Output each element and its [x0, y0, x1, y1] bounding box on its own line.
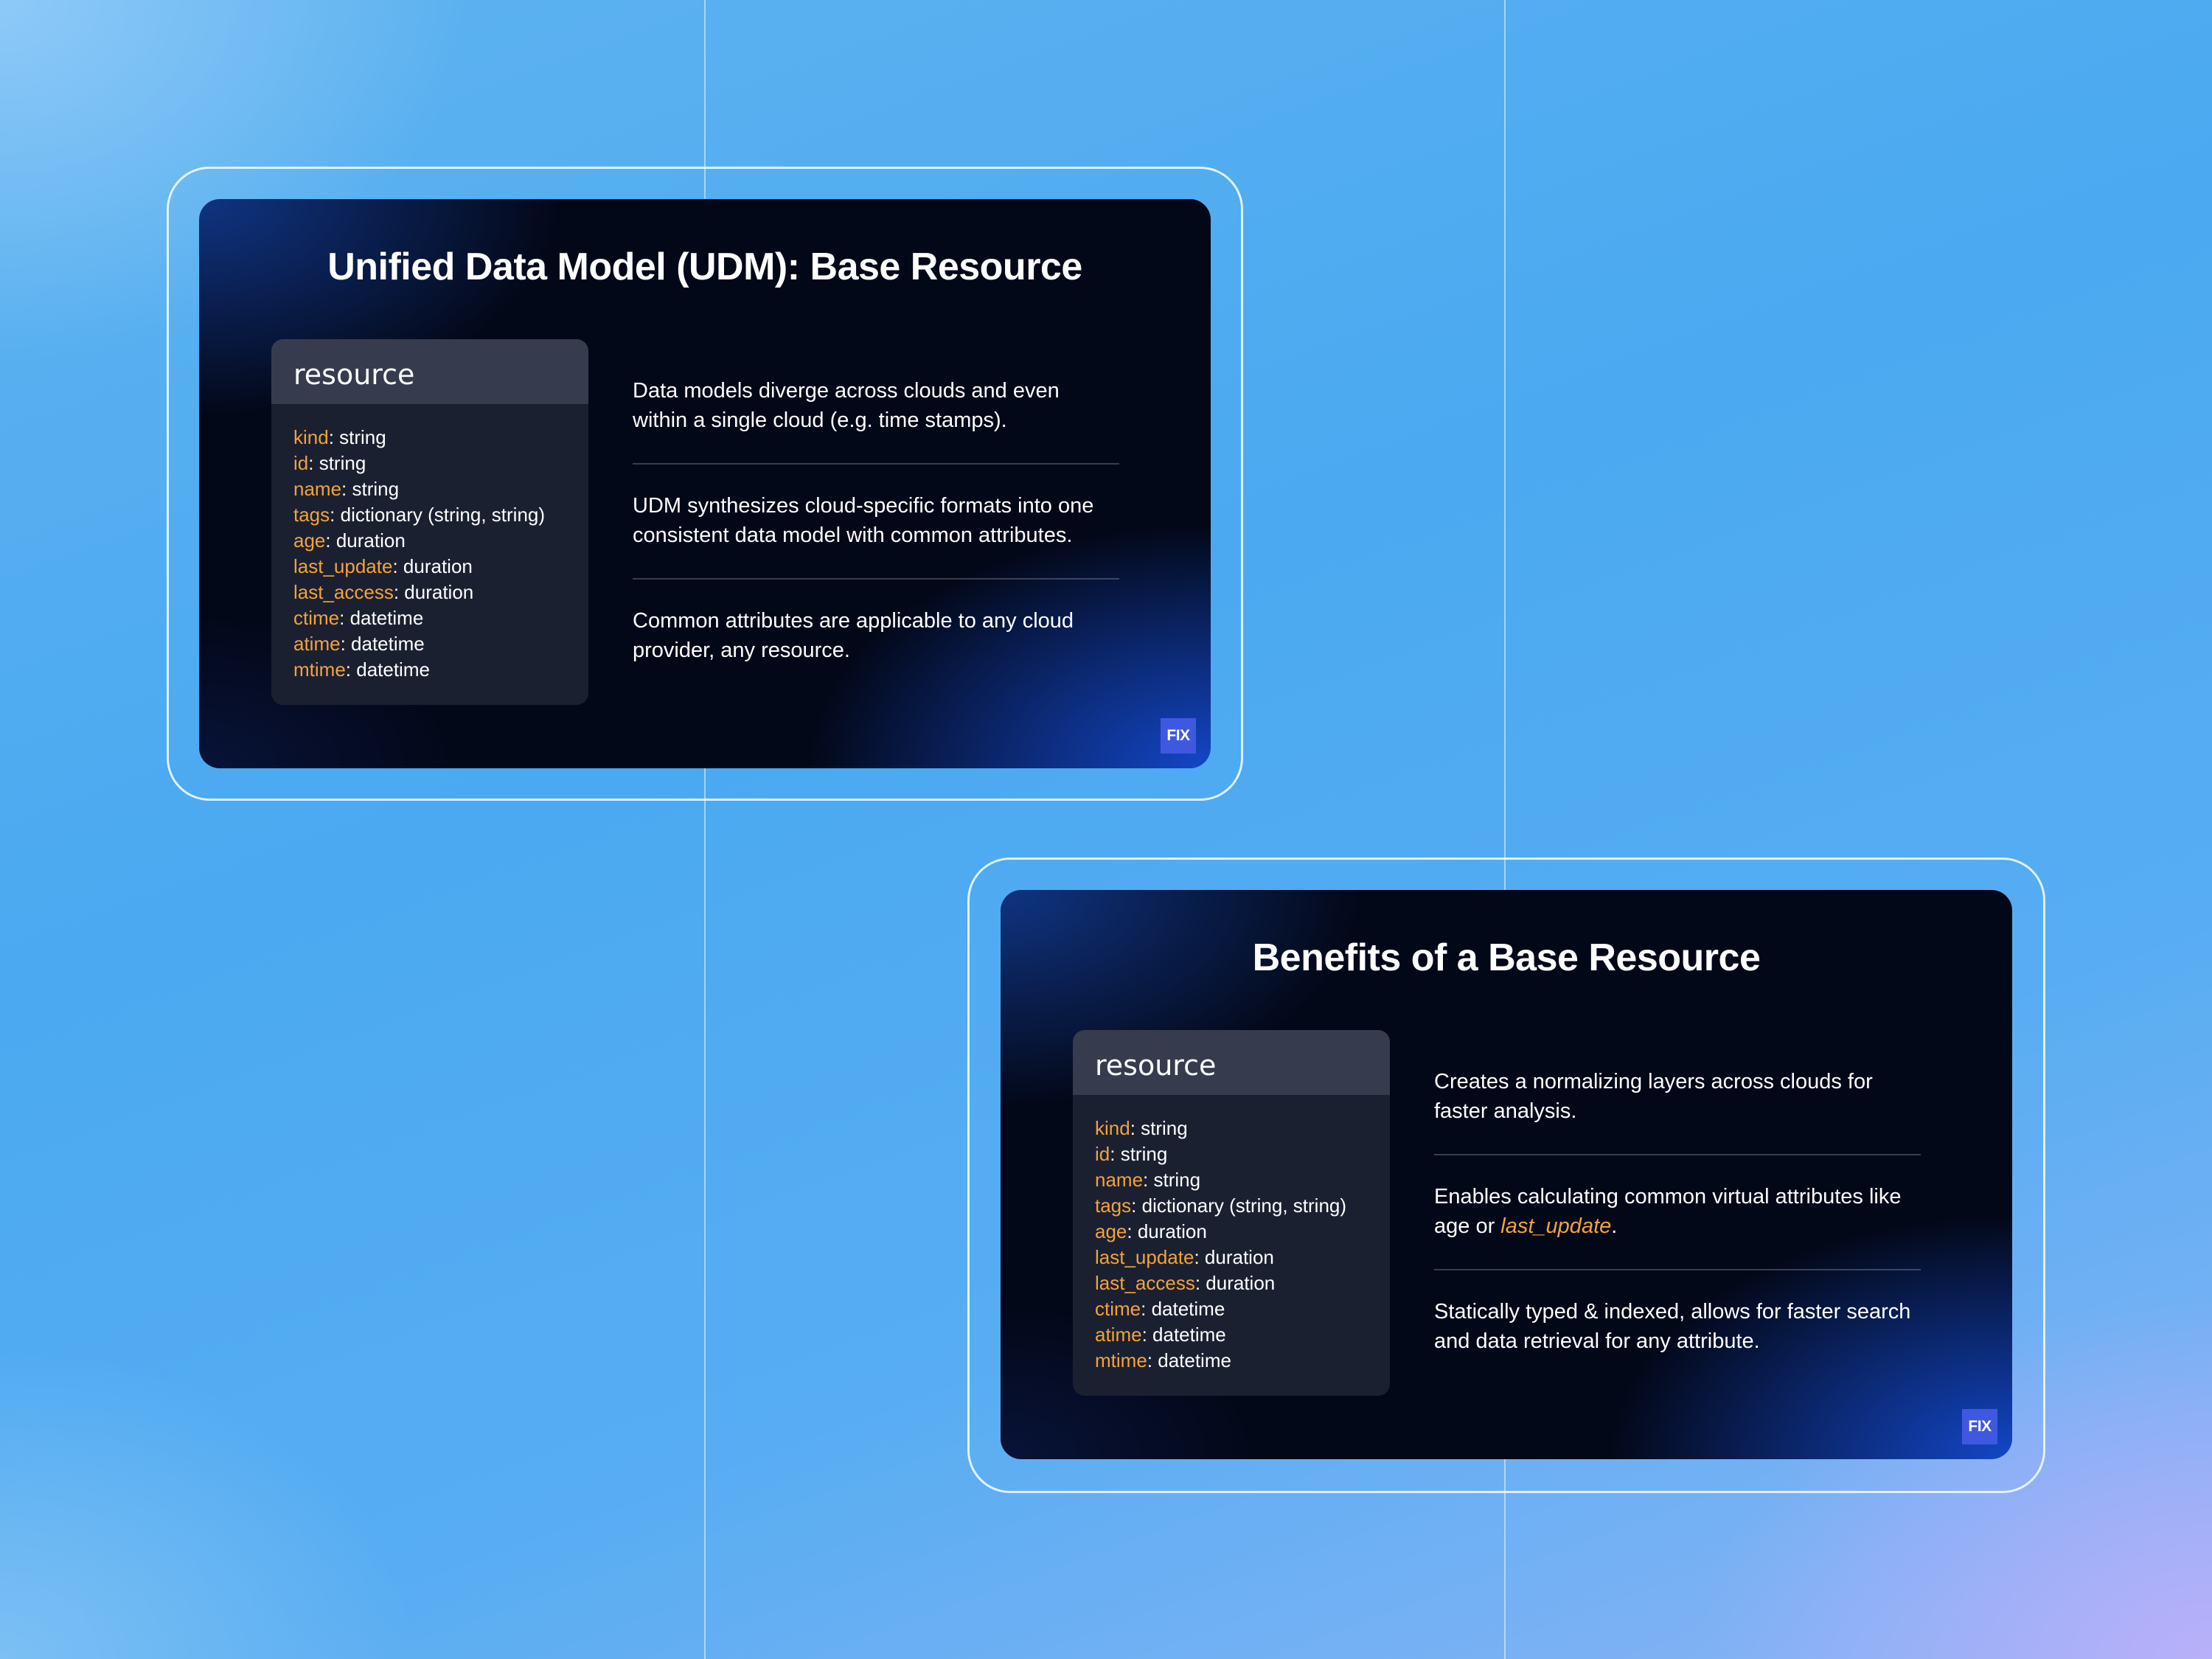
field-type: : string [341, 478, 400, 500]
field-type: : datetime [1141, 1298, 1225, 1320]
field-key: id [293, 452, 309, 474]
field-row: id: string [293, 451, 588, 476]
point-list: Creates a normalizing layers across clou… [1434, 1067, 1921, 1356]
point-item: Common attributes are applicable to any … [633, 606, 1119, 665]
point-divider [1434, 1269, 1921, 1270]
field-key: ctime [293, 607, 340, 629]
field-type: : dictionary (string, string) [1131, 1194, 1347, 1217]
field-key: name [293, 478, 342, 500]
field-key: atime [1095, 1324, 1142, 1346]
slide-benefits-base-resource: Benefits of a Base Resource resource kin… [1001, 890, 2012, 1459]
resource-field-list: kind: string id: string name: string tag… [271, 404, 588, 683]
field-type: : string [328, 426, 386, 448]
field-row: tags: dictionary (string, string) [293, 502, 588, 528]
fix-logo: FIX [1161, 718, 1196, 754]
field-type: : string [1143, 1169, 1201, 1191]
field-type: : duration [392, 555, 473, 577]
field-key: name [1095, 1169, 1144, 1191]
field-key: id [1095, 1143, 1110, 1165]
point-list: Data models diverge across clouds and ev… [633, 376, 1119, 665]
field-type: : duration [1194, 1246, 1274, 1268]
field-row: last_update: duration [293, 554, 588, 580]
field-type: : datetime [339, 607, 424, 629]
field-row: kind: string [293, 425, 588, 451]
field-key: mtime [293, 658, 346, 681]
field-row: last_access: duration [1095, 1270, 1390, 1296]
field-key: last_update [1095, 1246, 1194, 1268]
field-type: : duration [1194, 1272, 1276, 1294]
field-row: last_update: duration [1095, 1245, 1390, 1270]
field-row: name: string [1095, 1167, 1390, 1193]
field-type: : datetime [345, 658, 430, 681]
field-key: tags [293, 504, 330, 526]
fix-logo: FIX [1962, 1409, 1997, 1444]
slide-title: Benefits of a Base Resource [1252, 936, 1761, 979]
resource-card: resource kind: string id: string name: s… [1073, 1030, 1390, 1396]
field-key: last_access [293, 581, 394, 603]
point-suffix: . [1611, 1214, 1618, 1238]
field-key: mtime [1095, 1349, 1147, 1371]
field-key: kind [1095, 1117, 1130, 1139]
point-divider [1434, 1154, 1921, 1155]
field-key: kind [293, 426, 329, 448]
field-row: age: duration [1095, 1219, 1390, 1245]
point-text: Data models diverge across clouds and ev… [633, 379, 1060, 432]
point-divider [633, 578, 1119, 580]
resource-card-header: resource [1073, 1030, 1390, 1095]
field-type: : datetime [1141, 1324, 1226, 1346]
point-item: Data models diverge across clouds and ev… [633, 376, 1119, 435]
field-type: : dictionary (string, string) [330, 504, 546, 526]
field-row: kind: string [1095, 1116, 1390, 1141]
field-key: age [293, 529, 326, 552]
point-item: Enables calculating common virtual attri… [1434, 1182, 1921, 1241]
field-row: ctime: datetime [293, 605, 588, 631]
point-item: Creates a normalizing layers across clou… [1434, 1067, 1921, 1126]
point-text: Common attributes are applicable to any … [633, 609, 1074, 662]
field-row: tags: dictionary (string, string) [1095, 1193, 1390, 1219]
field-row: ctime: datetime [1095, 1296, 1390, 1322]
field-key: atime [293, 633, 341, 655]
field-row: id: string [1095, 1141, 1390, 1167]
field-type: : duration [393, 581, 474, 603]
field-type: : duration [325, 529, 406, 552]
slide-udm-base-resource: Unified Data Model (UDM): Base Resource … [199, 199, 1211, 768]
point-text: Creates a normalizing layers across clou… [1434, 1070, 1873, 1123]
field-key: ctime [1095, 1298, 1141, 1320]
field-type: : string [1110, 1143, 1168, 1165]
field-row: atime: datetime [1095, 1322, 1390, 1348]
field-row: atime: datetime [293, 631, 588, 657]
slide-title: Unified Data Model (UDM): Base Resource [327, 246, 1082, 288]
field-row: age: duration [293, 528, 588, 554]
point-text: Statically typed & indexed, allows for f… [1434, 1300, 1911, 1353]
resource-card-header: resource [271, 339, 588, 404]
field-type: : string [1130, 1117, 1188, 1139]
field-key: tags [1095, 1194, 1132, 1217]
field-key: last_update [293, 555, 393, 577]
field-row: mtime: datetime [293, 657, 588, 683]
field-key: age [1095, 1220, 1127, 1242]
field-type: : datetime [340, 633, 425, 655]
field-type: : string [308, 452, 366, 474]
field-row: last_access: duration [293, 580, 588, 605]
point-item: UDM synthesizes cloud-specific formats i… [633, 491, 1119, 550]
field-type: : duration [1127, 1220, 1207, 1242]
point-item: Statically typed & indexed, allows for f… [1434, 1297, 1921, 1356]
point-text: UDM synthesizes cloud-specific formats i… [633, 494, 1094, 547]
point-highlight: last_update [1500, 1214, 1612, 1238]
resource-card: resource kind: string id: string name: s… [271, 339, 588, 705]
field-key: last_access [1095, 1272, 1195, 1294]
resource-field-list: kind: string id: string name: string tag… [1073, 1095, 1390, 1374]
field-row: mtime: datetime [1095, 1348, 1390, 1374]
point-divider [633, 463, 1119, 465]
field-row: name: string [293, 476, 588, 502]
field-type: : datetime [1147, 1349, 1231, 1371]
